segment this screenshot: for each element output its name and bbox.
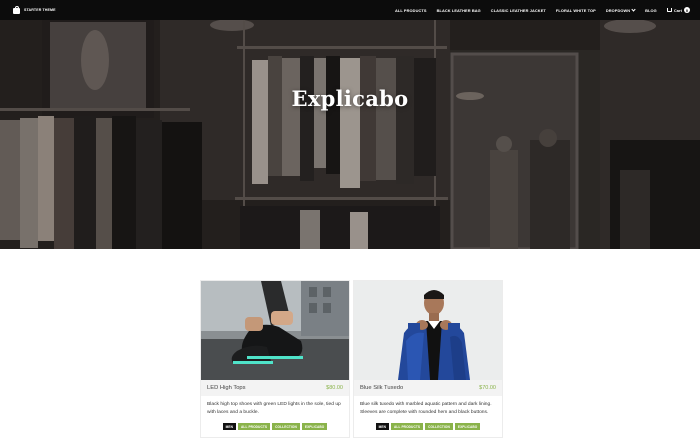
product-info-bar: LED High Tops $80.00 [201,380,349,396]
product-name[interactable]: Blue Silk Tuxedo [360,385,403,391]
hero-title: Explicabo [291,86,409,111]
nav-item-classic-leather-jacket[interactable]: CLASSIC LEATHER JACKET [491,8,546,13]
product-price: $70.00 [479,385,496,391]
nav-item-floral-white-top[interactable]: FLORAL WHITE TOP [556,8,596,13]
hero-background-image [0,20,700,249]
cart-count-badge: 0 [684,7,690,13]
product-card[interactable]: LED High Tops $80.00 Black high top shoe… [200,280,350,438]
hero-banner: Explicabo [0,20,700,249]
chevron-down-icon [631,6,636,12]
brand-name: STARTER THEME [24,8,56,12]
cart-icon [666,8,672,12]
tag-explicabo[interactable]: EXPLICABO [454,423,481,430]
tag-explicabo[interactable]: EXPLICABO [301,423,328,430]
product-image-led-high-tops[interactable] [201,281,349,380]
tag-men[interactable]: MEN [375,423,390,430]
brand-logo[interactable]: STARTER THEME [13,6,56,14]
product-tags: MEN ALL PRODUCTS COLLECTION EXPLICABO [354,423,502,430]
product-price: $80.00 [326,385,343,391]
product-description: Blue silk tuxedo with marbled aquatic pa… [360,402,492,415]
tag-collection[interactable]: COLLECTION [272,423,300,430]
nav-item-blog[interactable]: BLOG [645,8,657,13]
product-description: Black high top shoes with green LED ligh… [207,402,341,415]
product-card[interactable]: Blue Silk Tuxedo $70.00 Blue silk tuxedo… [353,280,503,438]
nav-item-black-leather-bag[interactable]: BLACK LEATHER BAG [437,8,481,13]
tag-all-products[interactable]: ALL PRODUCTS [391,423,424,430]
cart-label: Cart [673,7,682,13]
tag-all-products[interactable]: ALL PRODUCTS [238,423,271,430]
nav-item-all-products[interactable]: ALL PRODUCTS [395,8,427,13]
main-nav: ALL PRODUCTS BLACK LEATHER BAG CLASSIC L… [395,0,690,20]
product-name[interactable]: LED High Tops [207,385,246,391]
cart-link[interactable]: Cart 0 [666,7,690,13]
product-info-bar: Blue Silk Tuxedo $70.00 [354,380,502,396]
product-tags: MEN ALL PRODUCTS COLLECTION EXPLICABO [201,423,349,430]
product-image-blue-silk-tuxedo[interactable] [354,281,502,380]
nav-item-dropdown[interactable]: DROPDOWN [605,6,636,13]
shopping-bag-icon [13,6,20,14]
tag-collection[interactable]: COLLECTION [425,423,453,430]
dropdown-label: DROPDOWN [605,7,631,13]
top-navigation-bar: STARTER THEME ALL PRODUCTS BLACK LEATHER… [0,0,700,20]
tag-men[interactable]: MEN [222,423,237,430]
